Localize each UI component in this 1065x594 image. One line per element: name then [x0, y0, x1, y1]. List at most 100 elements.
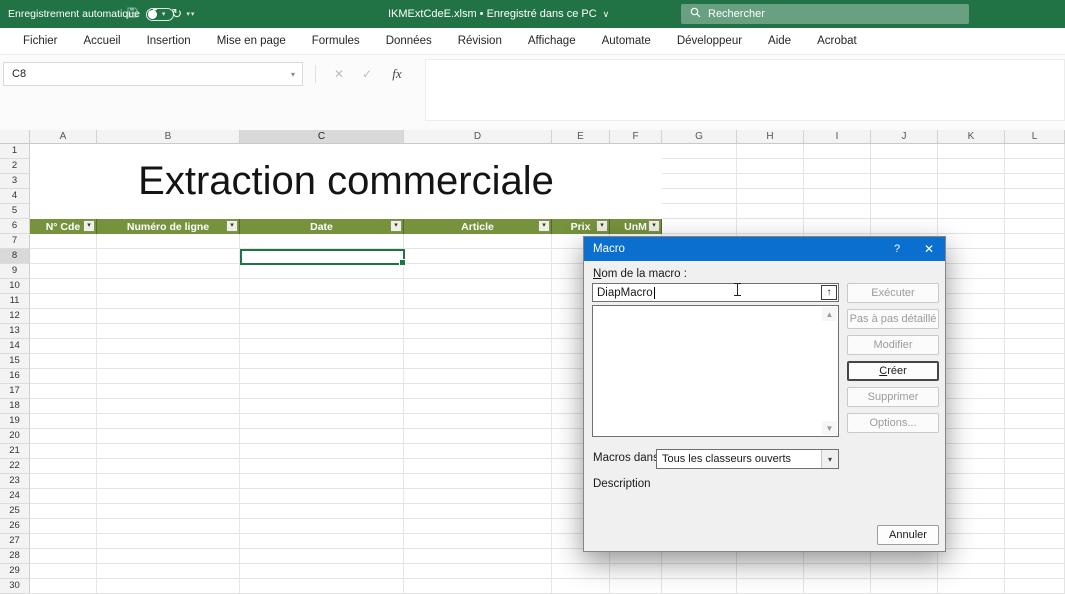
row-header-30[interactable]: 30 [0, 579, 30, 594]
macro-list[interactable]: ▲ ▼ [592, 305, 839, 437]
selected-cell[interactable] [240, 249, 405, 265]
row-header-9[interactable]: 9 [0, 264, 30, 279]
ribbon-tab-developpeur[interactable]: Développeur [664, 28, 755, 54]
combo-dropdown-icon[interactable]: ▾ [821, 450, 838, 468]
customize-toolbar-icon[interactable]: ▾ [191, 10, 195, 18]
row-header-24[interactable]: 24 [0, 489, 30, 504]
row-header-16[interactable]: 16 [0, 369, 30, 384]
row-header-2[interactable]: 2 [0, 159, 30, 174]
row-header-6[interactable]: 6 [0, 219, 30, 234]
expand-up-icon[interactable]: ↑ [821, 285, 837, 300]
column-header-d[interactable]: D [404, 130, 552, 144]
macro-dialog-title: Macro [593, 243, 625, 255]
column-header-f[interactable]: F [610, 130, 662, 144]
cancel-entry-icon[interactable]: ✕ [326, 62, 352, 86]
window-title[interactable]: IKMExtCdeE.xlsm • Enregistré dans ce PC … [388, 0, 609, 28]
row-header-15[interactable]: 15 [0, 354, 30, 369]
select-all-corner[interactable] [0, 130, 30, 144]
ribbon-tab-mise-en-page[interactable]: Mise en page [204, 28, 299, 54]
row-header-29[interactable]: 29 [0, 564, 30, 579]
scroll-up-icon[interactable]: ▲ [822, 307, 837, 321]
filter-dropdown-button[interactable]: ▾ [538, 220, 550, 232]
column-header-l[interactable]: L [1005, 130, 1065, 144]
row-header-28[interactable]: 28 [0, 549, 30, 564]
ribbon-tab-fichier[interactable]: Fichier [10, 28, 71, 54]
save-icon[interactable] [124, 0, 141, 28]
column-header-k[interactable]: K [938, 130, 1005, 144]
macro-dialog-button-creer[interactable]: Créer [847, 361, 939, 381]
macro-dialog-button-supprimer[interactable]: Supprimer [847, 387, 939, 407]
column-header-h[interactable]: H [737, 130, 804, 144]
insert-function-icon[interactable]: fx [384, 62, 410, 86]
undo-dropdown-icon[interactable]: ▾ [162, 10, 166, 18]
row-header-8[interactable]: 8 [0, 249, 30, 264]
macro-dialog-button-executer[interactable]: Exécuter [847, 283, 939, 303]
filter-dropdown-button[interactable]: ▾ [596, 220, 608, 232]
help-icon[interactable]: ? [881, 237, 913, 261]
macro-dialog-button-options[interactable]: Options... [847, 413, 939, 433]
formula-input[interactable] [425, 59, 1065, 121]
cancel-button[interactable]: Annuler [877, 525, 939, 545]
ribbon-tab-formules[interactable]: Formules [299, 28, 373, 54]
row-header-14[interactable]: 14 [0, 339, 30, 354]
table-header-label: Article [461, 221, 494, 233]
name-box[interactable]: C8 ▾ [3, 62, 303, 86]
filter-dropdown-button[interactable]: ▾ [390, 220, 402, 232]
name-box-value: C8 [12, 68, 26, 80]
macro-dialog-button-pas-a-pas-detaille[interactable]: Pas à pas détaillé [847, 309, 939, 329]
row-header-19[interactable]: 19 [0, 414, 30, 429]
column-header-j[interactable]: J [871, 130, 938, 144]
row-header-1[interactable]: 1 [0, 144, 30, 159]
ribbon-tab-revision[interactable]: Révision [445, 28, 515, 54]
row-header-20[interactable]: 20 [0, 429, 30, 444]
column-header-b[interactable]: B [97, 130, 240, 144]
filter-dropdown-button[interactable]: ▾ [226, 220, 238, 232]
title-chevron-icon[interactable]: ∨ [603, 9, 610, 20]
column-header-i[interactable]: I [804, 130, 871, 144]
macro-dialog-button-modifier[interactable]: Modifier [847, 335, 939, 355]
table-header-label: Date [310, 221, 333, 233]
row-header-12[interactable]: 12 [0, 309, 30, 324]
macro-name-input[interactable]: DiapMacro ↑ [592, 283, 839, 302]
column-header-g[interactable]: G [662, 130, 737, 144]
row-header-13[interactable]: 13 [0, 324, 30, 339]
row-header-3[interactable]: 3 [0, 174, 30, 189]
ribbon-tab-affichage[interactable]: Affichage [515, 28, 589, 54]
row-header-23[interactable]: 23 [0, 474, 30, 489]
row-header-10[interactable]: 10 [0, 279, 30, 294]
ribbon-tab-automate[interactable]: Automate [589, 28, 664, 54]
row-header-22[interactable]: 22 [0, 459, 30, 474]
name-box-dropdown-icon[interactable]: ▾ [291, 70, 295, 79]
macros-in-value: Tous les classeurs ouverts [662, 453, 791, 465]
row-header-5[interactable]: 5 [0, 204, 30, 219]
scroll-down-icon[interactable]: ▼ [822, 421, 837, 435]
row-header-4[interactable]: 4 [0, 189, 30, 204]
row-header-11[interactable]: 11 [0, 294, 30, 309]
column-header-c[interactable]: C [240, 130, 404, 144]
ribbon-tab-insertion[interactable]: Insertion [134, 28, 204, 54]
ribbon-tab-accueil[interactable]: Accueil [71, 28, 134, 54]
redo-icon[interactable]: ↻ [168, 0, 185, 28]
ribbon-tab-aide[interactable]: Aide [755, 28, 804, 54]
ribbon-tab-donnees[interactable]: Données [373, 28, 445, 54]
excel-window: Enregistrement automatique ↺▾ ↻▾ ▾ IKMEx… [0, 0, 1065, 594]
search-box[interactable]: Rechercher [681, 4, 969, 24]
row-header-21[interactable]: 21 [0, 444, 30, 459]
redo-dropdown-icon[interactable]: ▾ [186, 10, 190, 18]
ribbon-tab-acrobat[interactable]: Acrobat [804, 28, 870, 54]
table-header-label: N° Cde [46, 221, 81, 233]
row-header-18[interactable]: 18 [0, 399, 30, 414]
close-icon[interactable]: ✕ [913, 237, 945, 261]
confirm-entry-icon[interactable]: ✓ [354, 62, 380, 86]
row-header-25[interactable]: 25 [0, 504, 30, 519]
column-header-e[interactable]: E [552, 130, 610, 144]
row-header-17[interactable]: 17 [0, 384, 30, 399]
filter-dropdown-button[interactable]: ▾ [83, 220, 95, 232]
undo-icon[interactable]: ↺ [144, 0, 161, 28]
column-header-a[interactable]: A [30, 130, 97, 144]
row-header-27[interactable]: 27 [0, 534, 30, 549]
filter-dropdown-button[interactable]: ▾ [648, 220, 660, 232]
macros-in-combobox[interactable]: Tous les classeurs ouverts ▾ [656, 449, 839, 469]
row-header-26[interactable]: 26 [0, 519, 30, 534]
row-header-7[interactable]: 7 [0, 234, 30, 249]
